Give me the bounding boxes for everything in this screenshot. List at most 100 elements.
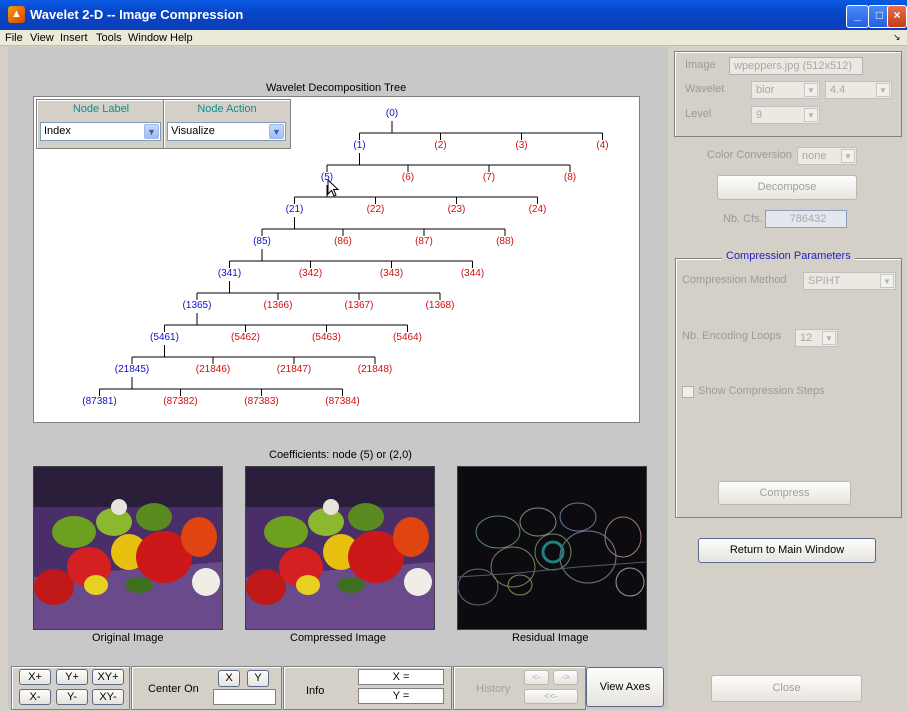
tree-node[interactable]: (6) — [402, 172, 414, 183]
menu-bar: File View Insert Tools Window Help ↘ — [0, 30, 907, 46]
center-x-button[interactable]: X — [218, 670, 240, 687]
node-action-select[interactable]: Visualize ▼ — [167, 122, 286, 141]
node-label-select[interactable]: Index ▼ — [40, 122, 161, 141]
compression-method-value: SPIHT — [808, 275, 841, 287]
zoom-xy-minus-button[interactable]: XY- — [92, 689, 124, 705]
zoom-x-minus-button[interactable]: X- — [19, 689, 51, 705]
center-on-label: Center On — [148, 683, 199, 695]
tree-node[interactable]: (5461) — [150, 332, 179, 343]
tree-node[interactable]: (22) — [367, 204, 385, 215]
x-readout: X = — [358, 669, 444, 685]
residual-image[interactable] — [457, 466, 647, 630]
tree-node[interactable]: (21) — [286, 204, 304, 215]
tree-node[interactable]: (1367) — [345, 300, 374, 311]
node-label-value: Index — [44, 125, 71, 137]
tree-node[interactable]: (7) — [483, 172, 495, 183]
node-action-panel: Node Action Visualize ▼ — [163, 99, 291, 149]
menu-file[interactable]: File — [5, 32, 23, 44]
level-select[interactable]: 9 ▼ — [751, 106, 820, 124]
window-title: Wavelet 2-D -- Image Compression — [30, 7, 244, 22]
encoding-loops-value: 12 — [800, 332, 813, 344]
nb-cfs-label: Nb. Cfs. — [723, 213, 763, 225]
color-conversion-select[interactable]: none ▼ — [797, 147, 857, 165]
return-main-window-button[interactable]: Return to Main Window — [698, 538, 876, 563]
compress-button[interactable]: Compress — [718, 481, 851, 505]
compression-method-select[interactable]: SPIHT ▼ — [803, 272, 896, 290]
tree-node[interactable]: (5464) — [393, 332, 422, 343]
tree-node[interactable]: (5462) — [231, 332, 260, 343]
tree-node[interactable]: (343) — [380, 268, 403, 279]
tree-node[interactable]: (1365) — [183, 300, 212, 311]
tree-node[interactable]: (87384) — [325, 396, 359, 407]
menu-help[interactable]: Help — [170, 32, 193, 44]
zoom-y-plus-button[interactable]: Y+ — [56, 669, 88, 685]
center-on-field[interactable] — [213, 689, 276, 705]
chevron-down-icon: ▼ — [804, 108, 818, 122]
original-image[interactable] — [33, 466, 223, 630]
tree-node[interactable]: (3) — [515, 140, 527, 151]
minimize-icon[interactable]: _ — [846, 5, 869, 28]
tree-node[interactable]: (21846) — [196, 364, 230, 375]
history-first-button[interactable]: <<- — [524, 689, 578, 704]
node-action-title: Node Action — [197, 103, 257, 115]
y-readout: Y = — [358, 688, 444, 704]
encoding-loops-select[interactable]: 12 ▼ — [795, 329, 838, 347]
tree-node[interactable]: (86) — [334, 236, 352, 247]
tree-node[interactable]: (0) — [386, 108, 398, 119]
tree-node[interactable]: (21848) — [358, 364, 392, 375]
menu-window[interactable]: Window — [128, 32, 167, 44]
compression-method-label: Compression Method — [682, 274, 787, 286]
close-icon[interactable]: × — [887, 5, 907, 28]
menu-tools[interactable]: Tools — [96, 32, 122, 44]
level-label: Level — [685, 108, 712, 120]
peppers-compressed-picture — [246, 467, 434, 629]
tree-node[interactable]: (21847) — [277, 364, 311, 375]
color-conversion-value: none — [802, 150, 827, 162]
mouse-cursor-icon — [327, 179, 340, 197]
tree-node[interactable]: (342) — [299, 268, 322, 279]
chevron-down-icon: ▼ — [822, 331, 836, 345]
tree-node[interactable]: (4) — [596, 140, 608, 151]
decompose-button[interactable]: Decompose — [717, 175, 857, 200]
tree-node[interactable]: (341) — [218, 268, 241, 279]
tree-node[interactable]: (85) — [253, 236, 271, 247]
tree-node[interactable]: (8) — [564, 172, 576, 183]
tree-node[interactable]: (87383) — [244, 396, 278, 407]
tree-node[interactable]: (87381) — [82, 396, 116, 407]
tree-node[interactable]: (88) — [496, 236, 514, 247]
menu-dock-icon[interactable]: ↘ — [893, 32, 901, 43]
tree-node[interactable]: (5463) — [312, 332, 341, 343]
tree-node[interactable]: (1) — [353, 140, 365, 151]
zoom-x-plus-button[interactable]: X+ — [19, 669, 51, 685]
color-conversion-label: Color Conversion — [707, 149, 792, 161]
wavelet-family-select[interactable]: bior ▼ — [751, 81, 820, 99]
history-forward-button[interactable]: -> — [553, 670, 578, 685]
menu-insert[interactable]: Insert — [60, 32, 88, 44]
center-y-button[interactable]: Y — [247, 670, 269, 687]
tree-node[interactable]: (87) — [415, 236, 433, 247]
tree-node[interactable]: (24) — [529, 204, 547, 215]
original-image-caption: Original Image — [92, 632, 164, 644]
view-axes-button[interactable]: View Axes — [586, 667, 664, 707]
title-bar: ▲ Wavelet 2-D -- Image Compression _ □ × — [0, 0, 907, 30]
show-steps-label: Show Compression Steps — [698, 385, 825, 397]
tree-node[interactable]: (344) — [461, 268, 484, 279]
tree-caption: Wavelet Decomposition Tree — [266, 82, 407, 94]
zoom-y-minus-button[interactable]: Y- — [56, 689, 88, 705]
nb-cfs-field: 786432 — [765, 210, 847, 228]
tree-node[interactable]: (87382) — [163, 396, 197, 407]
tree-node[interactable]: (21845) — [115, 364, 149, 375]
show-steps-checkbox[interactable] — [682, 386, 694, 398]
menu-view[interactable]: View — [30, 32, 54, 44]
history-back-button[interactable]: <- — [524, 670, 549, 685]
zoom-xy-plus-button[interactable]: XY+ — [92, 669, 124, 685]
tree-node[interactable]: (1368) — [426, 300, 455, 311]
tree-node[interactable]: (1366) — [264, 300, 293, 311]
compressed-image[interactable] — [245, 466, 435, 630]
tree-node[interactable]: (2) — [434, 140, 446, 151]
close-button[interactable]: Close — [711, 675, 862, 702]
compression-params-title: Compression Parameters — [722, 250, 855, 262]
peppers-original-picture — [34, 467, 222, 629]
tree-node[interactable]: (23) — [448, 204, 466, 215]
wavelet-number-select[interactable]: 4.4 ▼ — [825, 81, 892, 99]
